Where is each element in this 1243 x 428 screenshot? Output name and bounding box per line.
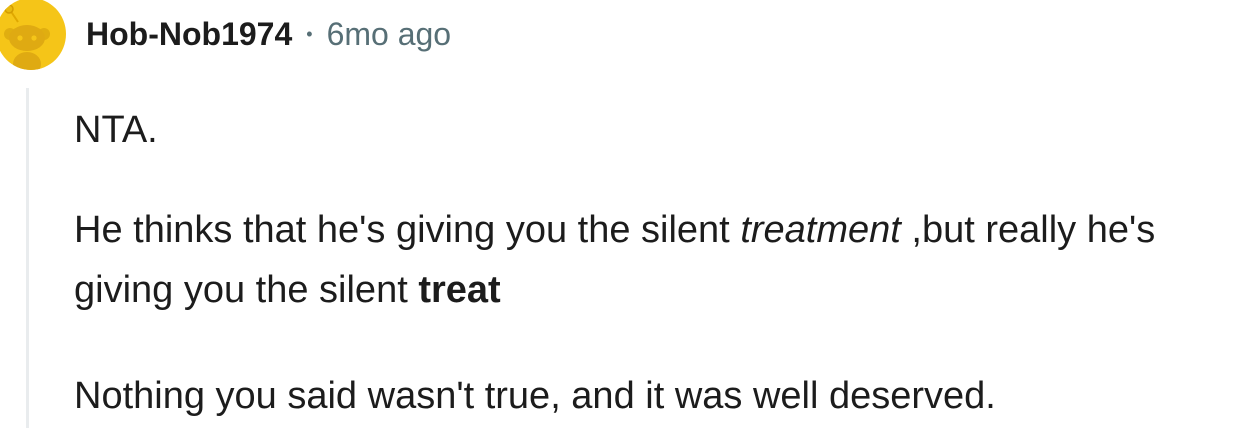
thread-line[interactable] <box>26 88 29 428</box>
bold-text: treat <box>418 269 501 311</box>
comment-paragraph: Nothing you said wasn't true, and it was… <box>74 375 996 417</box>
snoo-avatar-icon <box>4 4 50 70</box>
comment-paragraph: NTA. <box>74 109 158 151</box>
paragraph-text: He thinks that he's giving you the silen… <box>74 209 741 251</box>
separator-dot: • <box>306 23 313 44</box>
comment-paragraph: He thinks that he's giving you the silen… <box>74 200 1242 320</box>
italic-text: treatment <box>740 209 901 251</box>
username-link[interactable]: Hob-Nob1974 <box>86 16 292 53</box>
timestamp-link[interactable]: 6mo ago <box>327 16 452 53</box>
comment-header: Hob-Nob1974 • 6mo ago <box>86 14 451 54</box>
user-avatar[interactable] <box>0 0 66 70</box>
